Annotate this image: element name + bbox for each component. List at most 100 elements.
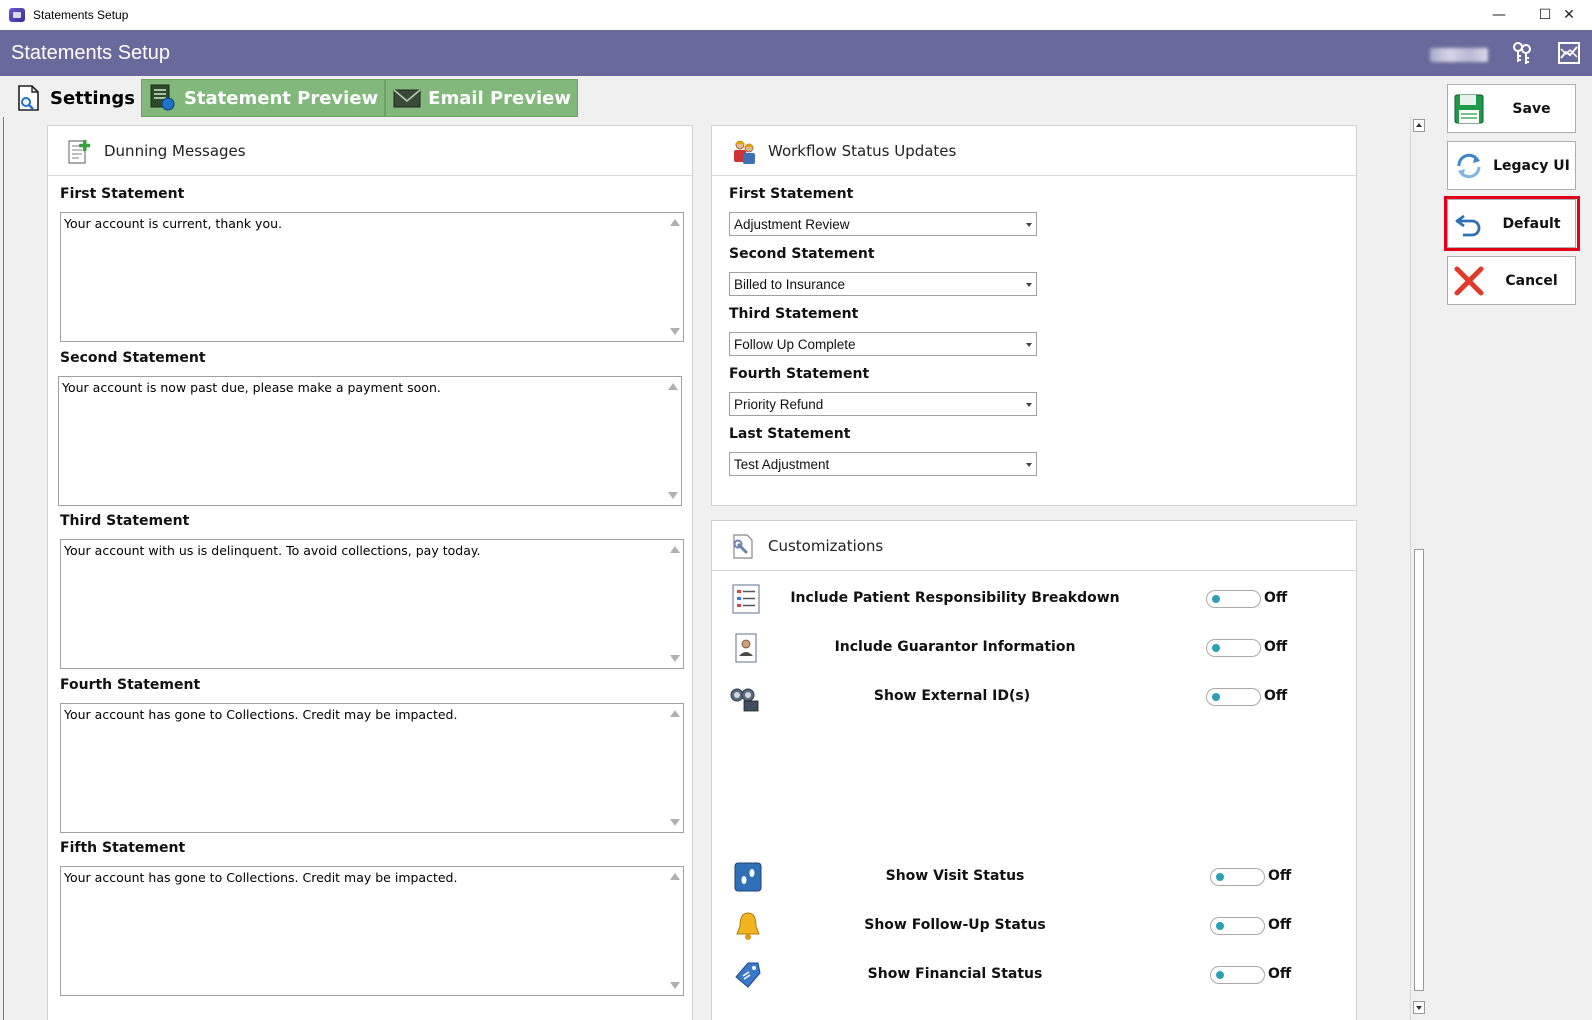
toggle-knob [1212,595,1220,603]
customization-row: Include Guarantor Information Off [712,627,1357,667]
minimize-button[interactable]: — [1476,0,1522,30]
chevron-down-icon [1026,223,1032,227]
tab-email-preview[interactable]: Email Preview [385,79,578,117]
chart-report-icon[interactable] [1556,40,1582,66]
toggle-knob [1216,873,1224,881]
tab-statement-preview[interactable]: Statement Preview [140,79,386,117]
scroll-thumb[interactable] [1414,549,1424,991]
page-title: Statements Setup [11,41,170,64]
close-x-icon [1454,266,1484,296]
close-button[interactable]: ✕ [1546,0,1592,30]
include-patient-responsibility-toggle[interactable] [1206,590,1261,608]
chevron-down-icon [1026,403,1032,407]
textbox-scrollbar[interactable] [666,540,683,668]
save-button-label: Save [1512,100,1551,117]
chevron-down-icon [1026,283,1032,287]
tab-email-preview-label: Email Preview [428,87,571,109]
customization-row: Show Financial Status Off [712,954,1357,994]
dunning-messages-header: Dunning Messages [48,126,692,176]
workflow-last-value: Test Adjustment [734,456,830,472]
fourth-statement-text: Your account has gone to Collections. Cr… [64,707,458,722]
legacy-ui-button-label: Legacy UI [1493,157,1570,174]
statement-preview-icon [150,84,175,111]
workflow-last-select[interactable]: Test Adjustment [729,452,1037,476]
textbox-scrollbar[interactable] [664,377,681,505]
legacy-ui-button[interactable]: Legacy UI [1447,141,1576,190]
textbox-scrollbar[interactable] [666,867,683,995]
second-statement-label: Second Statement [60,350,206,366]
toggle-knob [1216,922,1224,930]
user-keys-icon[interactable] [1509,40,1535,66]
first-statement-message[interactable]: Your account is current, thank you. [60,212,684,342]
scroll-down-button[interactable] [1413,1001,1425,1014]
include-patient-responsibility-label: Include Patient Responsibility Breakdown [790,590,1120,606]
tab-statement-preview-label: Statement Preview [183,87,379,109]
include-guarantor-information-toggle[interactable] [1206,639,1261,657]
workflow-first-select[interactable]: Adjustment Review [729,212,1037,236]
workflow-second-value: Billed to Insurance [734,276,846,292]
workflow-second-select[interactable]: Billed to Insurance [729,272,1037,296]
user-name-redacted [1430,48,1488,62]
dunning-messages-title: Dunning Messages [104,141,246,160]
fourth-statement-label: Fourth Statement [60,677,201,693]
tab-settings[interactable]: Settings [8,79,141,117]
textbox-scrollbar[interactable] [666,704,683,832]
workflow-third-label: Third Statement [729,306,859,322]
workflow-status-panel: Workflow Status Updates First Statement … [711,125,1357,506]
show-visit-status-toggle[interactable] [1210,868,1265,886]
second-statement-text: Your account is now past due, please mak… [62,380,441,395]
main-scrollbar[interactable] [1410,117,1427,1020]
toggle-knob [1216,971,1224,979]
cancel-button[interactable]: Cancel [1447,256,1576,305]
first-statement-text: Your account is current, thank you. [64,216,282,231]
toggle-knob [1212,693,1220,701]
floppy-disk-icon [1454,94,1484,124]
settings-doc-icon [18,85,39,111]
workflow-fourth-value: Priority Refund [734,396,824,412]
second-statement-message[interactable]: Your account is now past due, please mak… [58,376,682,506]
third-statement-message[interactable]: Your account with us is delinquent. To a… [60,539,684,669]
show-follow-up-status-state: Off [1268,917,1292,933]
workflow-first-value: Adjustment Review [734,216,850,232]
workflow-fourth-select[interactable]: Priority Refund [729,392,1037,416]
customizations-title: Customizations [768,536,884,555]
show-visit-status-state: Off [1268,868,1292,884]
workflow-last-label: Last Statement [729,426,851,442]
workers-icon [734,140,755,164]
show-external-ids-state: Off [1264,688,1288,704]
save-button[interactable]: Save [1447,84,1576,133]
wrench-document-icon [733,533,753,559]
scroll-up-button[interactable] [1413,119,1425,132]
show-external-ids-toggle[interactable] [1206,688,1261,706]
tab-settings-label: Settings [50,87,135,109]
show-follow-up-status-label: Show Follow-Up Status [864,917,1046,933]
customizations-header: Customizations [712,521,1356,571]
customization-row: Include Patient Responsibility Breakdown… [712,578,1357,618]
first-statement-label: First Statement [60,186,185,202]
textbox-scrollbar[interactable] [666,213,683,341]
workflow-third-value: Follow Up Complete [734,336,856,352]
email-icon [393,89,421,108]
cancel-button-label: Cancel [1505,272,1558,289]
show-financial-status-toggle[interactable] [1210,966,1265,984]
fifth-statement-text: Your account has gone to Collections. Cr… [64,870,458,885]
workflow-first-label: First Statement [729,186,854,202]
window-title: Statements Setup [33,8,129,22]
fifth-statement-message[interactable]: Your account has gone to Collections. Cr… [60,866,684,996]
workflow-third-select[interactable]: Follow Up Complete [729,332,1037,356]
chevron-down-icon [1026,343,1032,347]
show-visit-status-label: Show Visit Status [885,868,1025,884]
customization-row: Show Follow-Up Status Off [712,905,1357,945]
show-follow-up-status-toggle[interactable] [1210,917,1265,935]
fifth-statement-label: Fifth Statement [60,840,186,856]
chevron-down-icon [1026,463,1032,467]
tab-bar: Settings Statement Preview Email Preview [8,79,578,117]
fourth-statement-message[interactable]: Your account has gone to Collections. Cr… [60,703,684,833]
refresh-icon [1457,153,1481,179]
show-financial-status-label: Show Financial Status [867,966,1043,982]
app-header: Statements Setup [0,30,1592,76]
show-financial-status-state: Off [1268,966,1292,982]
workflow-status-header: Workflow Status Updates [712,126,1356,176]
workflow-second-label: Second Statement [729,246,875,262]
show-external-ids-label: Show External ID(s) [873,688,1031,704]
